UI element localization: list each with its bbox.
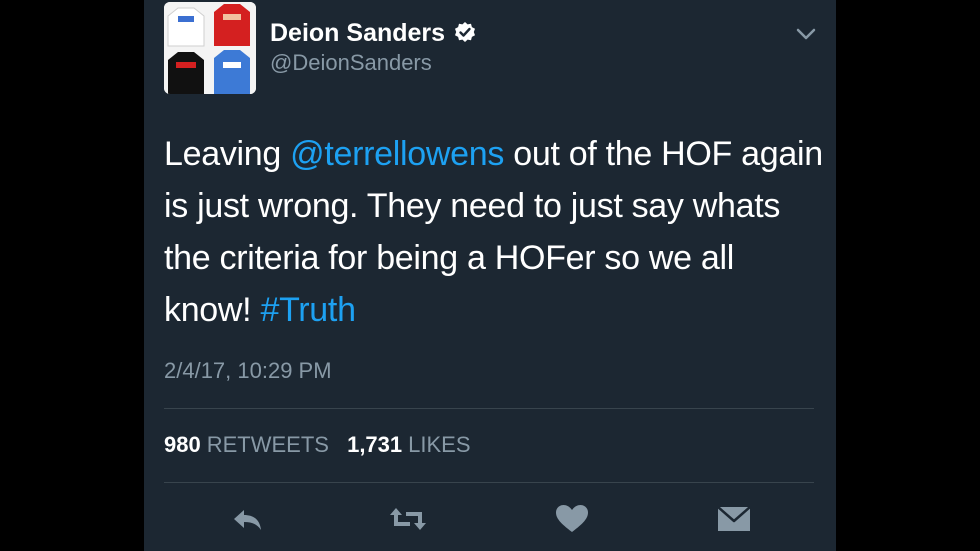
tweet-text: Leaving @terrellowens out of the HOF aga… <box>164 128 824 336</box>
hashtag-link[interactable]: #Truth <box>260 291 356 329</box>
like-icon[interactable] <box>554 502 590 536</box>
likes-stat[interactable]: 1,731 LIKES <box>347 432 470 457</box>
retweet-icon[interactable] <box>388 502 426 536</box>
display-name[interactable]: Deion Sanders <box>270 18 445 48</box>
avatar[interactable] <box>164 2 256 94</box>
chevron-down-icon[interactable] <box>792 22 820 46</box>
tweet-text-part: Leaving <box>164 135 291 173</box>
mention-link[interactable]: @terrellowens <box>290 135 504 173</box>
retweets-count: 980 <box>164 432 201 457</box>
display-name-row[interactable]: Deion Sanders <box>270 18 477 48</box>
reply-icon[interactable] <box>230 502 266 536</box>
retweets-stat[interactable]: 980 RETWEETS <box>164 432 329 457</box>
user-handle[interactable]: @DeionSanders <box>270 50 432 76</box>
likes-count: 1,731 <box>347 432 403 457</box>
tweet-card: Deion Sanders @DeionSanders Leaving @ter… <box>144 0 836 551</box>
verified-badge-icon <box>453 21 477 45</box>
message-icon[interactable] <box>716 502 752 536</box>
divider <box>164 482 814 483</box>
retweets-label: RETWEETS <box>206 432 329 457</box>
timestamp: 2/4/17, 10:29 PM <box>164 358 332 383</box>
divider <box>164 408 814 409</box>
engagement-stats: 980 RETWEETS 1,731 LIKES <box>164 430 483 460</box>
likes-label: LIKES <box>408 432 471 457</box>
